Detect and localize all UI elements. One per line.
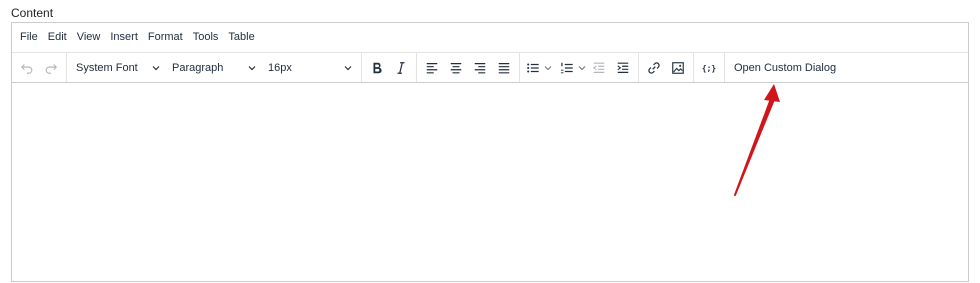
italic-icon[interactable]: [389, 56, 413, 80]
link-icon[interactable]: [642, 56, 666, 80]
chevron-down-icon[interactable]: [543, 63, 553, 73]
chevron-down-icon: [344, 65, 352, 70]
indent-icon[interactable]: [611, 56, 635, 80]
font-family-value: System Font: [76, 61, 138, 74]
menu-file[interactable]: File: [15, 23, 43, 52]
undo-icon[interactable]: [15, 56, 39, 80]
font-select-group: System Font Paragraph 16px: [67, 53, 362, 82]
editor-content-area[interactable]: [12, 83, 968, 283]
font-family-select[interactable]: System Font: [70, 56, 166, 80]
menu-edit[interactable]: Edit: [43, 23, 72, 52]
align-left-icon[interactable]: [420, 56, 444, 80]
menu-table[interactable]: Table: [223, 23, 259, 52]
menu-insert[interactable]: Insert: [105, 23, 143, 52]
font-size-select[interactable]: 16px: [262, 56, 358, 80]
block-format-value: Paragraph: [172, 61, 224, 74]
align-justify-icon[interactable]: [492, 56, 516, 80]
toolbar: System Font Paragraph 16px {;} Open Cust…: [12, 53, 968, 83]
bullet-list-icon[interactable]: [523, 56, 543, 80]
field-label: Content: [11, 6, 54, 20]
menu-view[interactable]: View: [72, 23, 106, 52]
font-size-value: 16px: [268, 61, 292, 74]
block-format-select[interactable]: Paragraph: [166, 56, 262, 80]
chevron-down-icon: [152, 65, 160, 70]
svg-text:{;}: {;}: [702, 64, 716, 73]
chevron-down-icon[interactable]: [577, 63, 587, 73]
menubar: File Edit View Insert Format Tools Table: [12, 23, 968, 53]
code-sample-icon[interactable]: {;}: [697, 56, 721, 80]
open-custom-dialog-button[interactable]: Open Custom Dialog: [728, 56, 842, 80]
outdent-icon[interactable]: [587, 56, 611, 80]
format-group: [362, 53, 417, 82]
numbered-list-split[interactable]: [557, 56, 587, 80]
code-group: {;}: [694, 53, 725, 82]
chevron-down-icon: [248, 65, 256, 70]
insert-group: [639, 53, 694, 82]
rich-text-editor: File Edit View Insert Format Tools Table…: [11, 22, 969, 282]
menu-format[interactable]: Format: [143, 23, 188, 52]
custom-group: Open Custom Dialog: [725, 53, 845, 82]
bold-icon[interactable]: [365, 56, 389, 80]
align-right-icon[interactable]: [468, 56, 492, 80]
align-group: [417, 53, 520, 82]
list-group: [520, 53, 639, 82]
image-icon[interactable]: [666, 56, 690, 80]
bullet-list-split[interactable]: [523, 56, 553, 80]
history-group: [12, 53, 67, 82]
numbered-list-icon[interactable]: [557, 56, 577, 80]
align-center-icon[interactable]: [444, 56, 468, 80]
menu-tools[interactable]: Tools: [188, 23, 224, 52]
redo-icon[interactable]: [39, 56, 63, 80]
